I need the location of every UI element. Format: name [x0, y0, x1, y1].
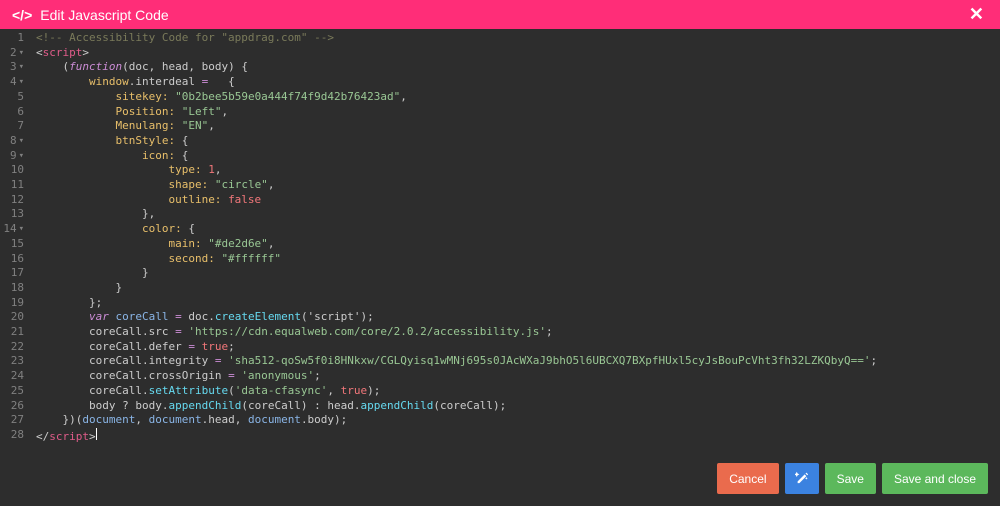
cancel-button[interactable]: Cancel — [717, 463, 778, 494]
save-button[interactable]: Save — [825, 463, 876, 494]
code-icon: </> — [12, 7, 32, 23]
modal-footer: Cancel Save Save and close — [0, 455, 1000, 506]
magic-wand-icon — [795, 470, 809, 484]
code-editor[interactable]: 1 2▾ 3▾ 4▾ 5 6 7 8▾ 9▾ 10 11 12 13 14▾ 1… — [0, 29, 1000, 455]
modal-title: Edit Javascript Code — [40, 7, 965, 23]
save-and-close-button[interactable]: Save and close — [882, 463, 988, 494]
modal-header: </> Edit Javascript Code ✕ — [0, 0, 1000, 29]
magic-wand-button[interactable] — [785, 463, 819, 494]
line-gutter: 1 2▾ 3▾ 4▾ 5 6 7 8▾ 9▾ 10 11 12 13 14▾ 1… — [0, 29, 30, 455]
close-icon[interactable]: ✕ — [965, 4, 988, 25]
code-content[interactable]: <!-- Accessibility Code for "appdrag.com… — [30, 29, 1000, 455]
